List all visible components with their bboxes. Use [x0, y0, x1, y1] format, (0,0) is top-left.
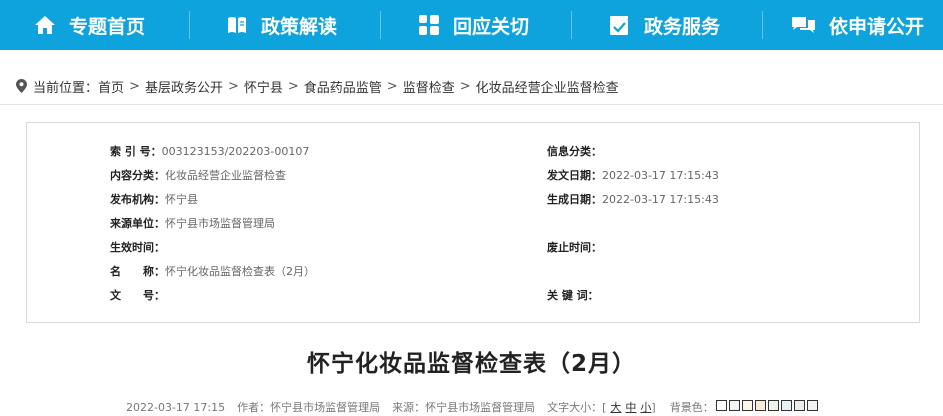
- chat-icon: [792, 17, 815, 33]
- breadcrumb-link-inspection[interactable]: 监督检查: [403, 77, 455, 96]
- nav-divider: [571, 11, 572, 39]
- nav-item-request[interactable]: 依申请公开: [791, 0, 924, 50]
- breadcrumb-link-cosmetics[interactable]: 化妆品经营企业监督检查: [476, 77, 619, 96]
- breadcrumb-link-county[interactable]: 怀宁县: [244, 77, 283, 96]
- info-publisher: 发布机构： 怀宁县: [110, 193, 198, 206]
- info-source-unit: 来源单位： 怀宁县市场监督管理局: [110, 217, 275, 230]
- background-color-swatch[interactable]: [728, 400, 740, 411]
- location-pin-icon: [16, 79, 27, 93]
- info-issued-date: 发文日期： 2022-03-17 17:15:43: [547, 168, 719, 183]
- font-size-small-button[interactable]: 小: [640, 399, 651, 415]
- page-title: 怀宁化妆品监督检查表（2月）: [306, 351, 636, 377]
- info-expired-time: 废止时间：: [547, 241, 602, 254]
- info-generated-date: 生成日期： 2022-03-17 17:15:43: [547, 192, 719, 207]
- font-size-label: 文字大小：[: [547, 401, 607, 414]
- nav-divider: [189, 11, 190, 39]
- font-size-large-button[interactable]: 大: [610, 399, 621, 415]
- nav-item-policy[interactable]: 政策解读: [226, 0, 337, 50]
- background-color-swatch[interactable]: [780, 400, 792, 411]
- nav-label: 回应关切: [453, 15, 530, 38]
- divider: [0, 104, 943, 105]
- home-icon: [35, 16, 55, 34]
- background-color-swatch[interactable]: [767, 400, 779, 411]
- breadcrumb-link-food-drug[interactable]: 食品药品监管: [304, 77, 382, 96]
- background-color-swatch[interactable]: [715, 400, 727, 411]
- top-nav: 专题首页 政策解读 回应关切 政务服务 依申请公开: [0, 0, 943, 50]
- checkbox-icon: [610, 15, 628, 35]
- background-color-swatch[interactable]: [754, 400, 766, 411]
- breadcrumb-link-home[interactable]: 首页: [98, 77, 124, 96]
- breadcrumb-separator: >: [386, 78, 398, 94]
- nav-item-services[interactable]: 政务服务: [609, 0, 720, 50]
- breadcrumb-prefix: 当前位置：: [33, 80, 99, 96]
- background-color-swatch[interactable]: [806, 400, 818, 411]
- author: 作者：怀宁县市场监督管理局: [237, 401, 381, 414]
- nav-label: 依申请公开: [829, 15, 925, 38]
- article-meta: 2022-03-17 17:15 作者：怀宁县市场监督管理局 来源：怀宁县市场监…: [126, 399, 818, 415]
- breadcrumb-separator: >: [129, 78, 140, 94]
- info-doc-number: 文 号：: [110, 289, 165, 302]
- grid-icon: [419, 15, 439, 35]
- publish-datetime: 2022-03-17 17:15: [126, 400, 226, 414]
- info-effective-time: 生效时间：: [110, 241, 165, 254]
- breadcrumb-separator: >: [287, 78, 299, 94]
- info-content-category: 内容分类： 化妆品经营企业监督检查: [110, 169, 286, 182]
- nav-label: 政策解读: [261, 15, 338, 38]
- breadcrumb-link-grassroots[interactable]: 基层政务公开: [145, 77, 223, 96]
- background-color-swatches: [714, 400, 818, 414]
- breadcrumb: 当前位置： 首页 > 基层政务公开 > 怀宁县 > 食品药品监管 > 监督检查 …: [16, 76, 619, 96]
- book-icon: [228, 17, 246, 33]
- nav-item-response[interactable]: 回应关切: [418, 0, 529, 50]
- font-size-bracket: ]: [651, 400, 656, 414]
- nav-label: 专题首页: [69, 15, 146, 38]
- info-keywords: 关 键 词：: [547, 289, 599, 302]
- nav-label: 政务服务: [644, 15, 721, 38]
- info-category: 信息分类：: [547, 145, 602, 158]
- source: 来源：怀宁县市场监督管理局: [392, 401, 536, 414]
- info-name: 名 称： 怀宁化妆品监督检查表（2月）: [110, 265, 315, 278]
- nav-item-home[interactable]: 专题首页: [34, 0, 145, 50]
- font-size-medium-button[interactable]: 中: [625, 399, 636, 415]
- breadcrumb-separator: >: [227, 78, 239, 94]
- nav-divider: [380, 11, 381, 39]
- background-color-swatch[interactable]: [793, 400, 805, 411]
- breadcrumb-separator: >: [459, 78, 471, 94]
- info-index: 索 引 号： 003123153/202203-00107: [110, 144, 310, 159]
- background-color-swatch[interactable]: [741, 400, 753, 411]
- nav-divider: [762, 11, 763, 39]
- background-color-label: 背景色：: [669, 401, 714, 414]
